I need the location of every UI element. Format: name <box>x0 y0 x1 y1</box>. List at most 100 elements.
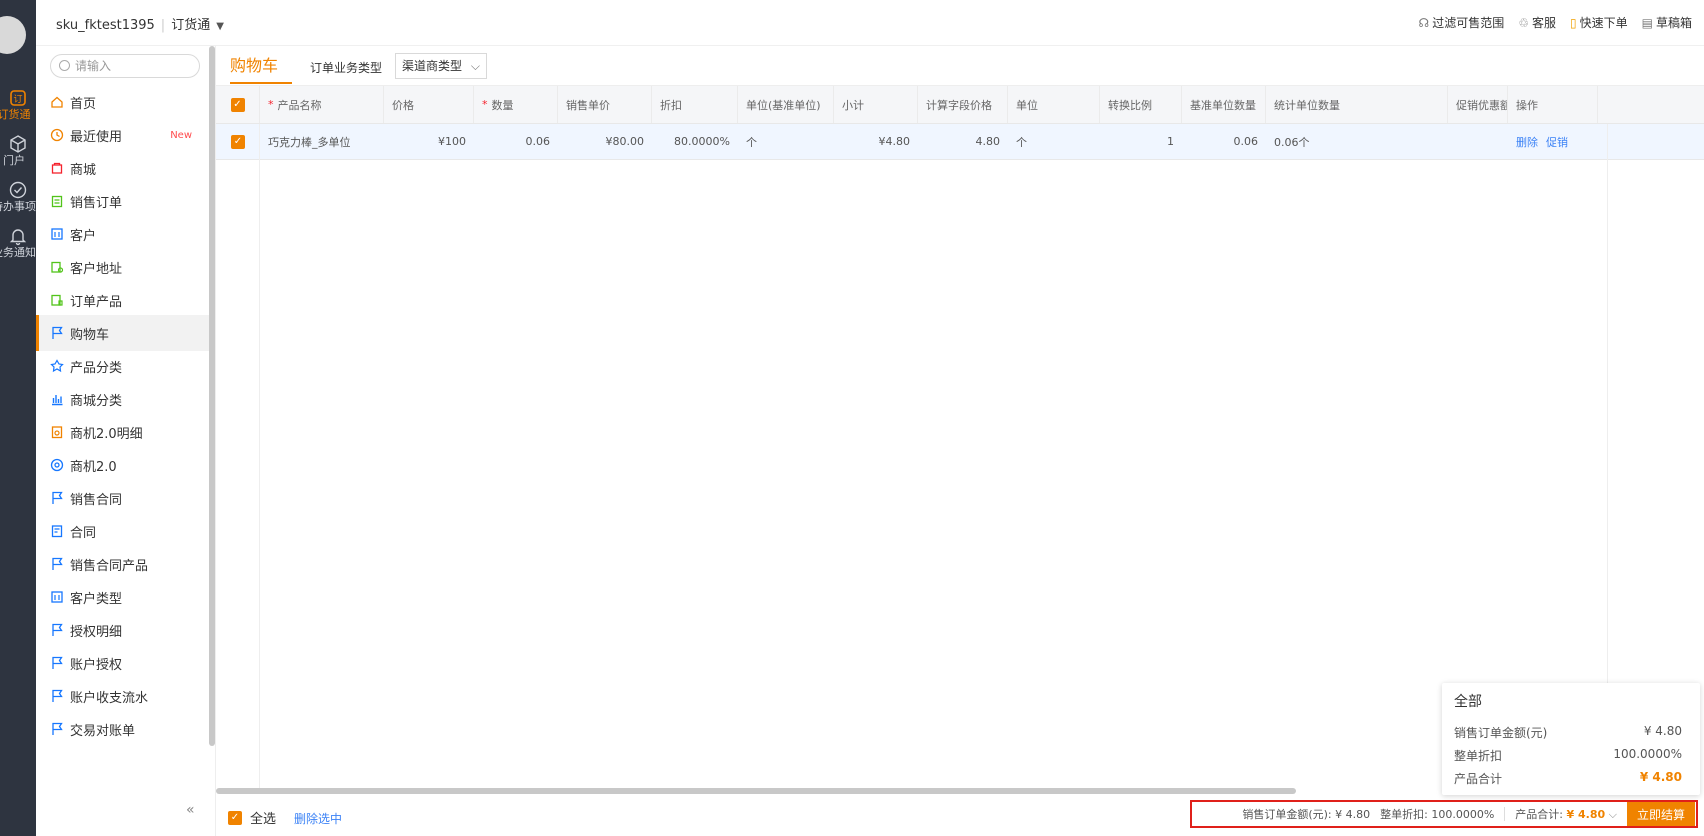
sidebar-item[interactable]: 最近使用 New <box>36 117 210 153</box>
draft-icon: ▤ <box>1641 15 1653 30</box>
cell-ratio: 1 <box>1167 135 1174 148</box>
flag-icon <box>52 326 63 339</box>
sidebar-item[interactable]: 购物车 <box>36 315 210 351</box>
sidebar-item[interactable]: 客户 <box>36 216 210 252</box>
clock-icon <box>50 128 64 142</box>
select-all-toggle[interactable]: ✓ 全选 <box>228 808 276 827</box>
building-icon <box>51 591 63 603</box>
avatar[interactable] <box>0 16 26 54</box>
column-header[interactable]: 促销优惠额 <box>1448 86 1508 123</box>
column-header-label: 统计单位数量 <box>1274 98 1340 112</box>
sidebar-item-label: 客户类型 <box>70 591 123 607</box>
column-header[interactable]: 价格 <box>384 86 474 123</box>
table-horizontal-scrollbar[interactable] <box>216 788 1296 794</box>
checkout-button[interactable]: 立即结算 <box>1626 802 1695 826</box>
total-summary[interactable]: 产品合计: ¥ 4.80 ⌵ <box>1515 806 1617 822</box>
quick-order-link[interactable]: ▯ 快速下单 <box>1570 14 1628 31</box>
select-all-checkbox[interactable]: ✓ <box>228 810 242 825</box>
sidebar-item[interactable]: 产品分类 <box>36 348 210 384</box>
column-header[interactable]: 计算字段价格 <box>918 86 1008 123</box>
sidebar-item-label: 商城 <box>70 162 97 178</box>
search-input[interactable]: 请输入 <box>50 54 200 78</box>
sidebar-item[interactable]: 账户授权 <box>36 645 210 681</box>
sidebar-item-label: 客户 <box>70 228 97 244</box>
select-all-label: 全选 <box>250 812 277 827</box>
collapse-sidebar-icon[interactable]: « <box>186 802 195 818</box>
sidebar-item-label: 合同 <box>70 525 97 541</box>
column-header[interactable]: 统计单位数量 <box>1266 86 1448 123</box>
sidebar-item[interactable]: 账户收支流水 <box>36 678 210 714</box>
sidebar-item[interactable]: 商城 <box>36 150 210 186</box>
column-header[interactable]: 单位(基准单位) <box>738 86 834 123</box>
flag-icon <box>52 491 63 504</box>
sidebar-item[interactable]: 合同 <box>36 513 210 549</box>
column-header-label: 单位(基准单位) <box>746 98 821 112</box>
rail-label: 门户 <box>3 154 25 167</box>
rail-item-notice[interactable]: 业务通知 <box>0 226 36 272</box>
column-header[interactable]: 操作 <box>1508 86 1598 123</box>
sidebar-item-label: 销售合同 <box>70 492 123 508</box>
rail-item-order[interactable]: 订 订货通 <box>0 88 36 134</box>
row-checkbox-cell: ✓ <box>216 124 260 159</box>
sidebar-item[interactable]: 销售合同产品 <box>36 546 210 582</box>
cell-product-name: 巧克力棒_多单位 <box>268 135 351 149</box>
cell-stat-qty: 0.06个 <box>1274 135 1310 149</box>
column-header[interactable]: * 数量 <box>474 86 558 123</box>
sidebar-item[interactable]: 商城分类 <box>36 381 210 417</box>
sidebar-item[interactable]: 销售订单 <box>36 183 210 219</box>
sidebar-scrollbar[interactable] <box>209 46 215 746</box>
column-header[interactable]: 销售单价 <box>558 86 652 123</box>
flag-icon <box>52 656 63 669</box>
draft-box-link[interactable]: ▤ 草稿箱 <box>1642 14 1692 31</box>
sidebar-item-label: 交易对账单 <box>70 723 136 739</box>
search-icon <box>59 60 70 71</box>
sidebar-item[interactable]: 商机2.0 <box>36 447 210 483</box>
sidebar-item[interactable]: 首页 <box>36 84 210 120</box>
select-all-header-checkbox[interactable]: ✓ <box>230 97 245 112</box>
tab-cart[interactable]: 购物车 <box>230 52 292 84</box>
discount-value: 100.0000% <box>1431 808 1495 821</box>
sidebar-item[interactable]: 销售合同 <box>36 480 210 516</box>
quick-order-icon: ▯ <box>1570 15 1577 30</box>
sidebar-item[interactable]: 授权明细 <box>36 612 210 648</box>
account-switcher[interactable]: sku_fktest1395 | 订货通 ▼ <box>56 14 224 33</box>
column-header[interactable]: 折扣 <box>652 86 738 123</box>
bell-icon <box>9 229 27 246</box>
rail-item-portal[interactable]: 门户 <box>0 134 36 180</box>
required-marker: * <box>268 98 274 111</box>
headset-icon: ☊ <box>1418 15 1430 30</box>
delete-selected-link[interactable]: 删除选中 <box>294 810 342 827</box>
column-header[interactable]: * 产品名称 <box>260 86 384 123</box>
sidebar-item[interactable]: 交易对账单 <box>36 711 210 747</box>
app-name: 订货通 <box>171 18 211 33</box>
sidebar-item[interactable]: 商机2.0明细 <box>36 414 210 450</box>
amount-summary: 销售订单金额(元): ¥ 4.80 <box>1242 808 1371 821</box>
sidebar-item[interactable]: 客户类型 <box>36 579 210 615</box>
cell-quantity[interactable]: 0.06 <box>474 124 558 159</box>
filter-range-link[interactable]: ☊ 过滤可售范围 <box>1419 14 1505 31</box>
top-bar: sku_fktest1395 | 订货通 ▼ ☊ 过滤可售范围 ♲ 客服 ▯ 快速下单 ▤ 草… <box>36 0 1704 46</box>
app-rail: 订 订货通 门户 待办事项 业务通知 <box>0 0 36 836</box>
column-header[interactable]: 转换比例 <box>1100 86 1182 123</box>
order-type-select[interactable]: 渠道商类型 ⌵ <box>395 53 487 79</box>
sidebar-item[interactable]: 订单产品 <box>36 282 210 318</box>
product-icon <box>51 294 63 306</box>
table-row[interactable]: ✓ 巧克力棒_多单位 ¥100 0.06 ¥80.00 80.0000% 个 ¥… <box>216 124 1704 160</box>
delete-row-link[interactable]: 删除 <box>1516 134 1538 150</box>
tabs-row: 购物车 订单业务类型 渠道商类型 ⌵ <box>216 46 1704 86</box>
rail-item-todo[interactable]: 待办事项 <box>0 180 36 226</box>
order-summary-bar: 销售订单金额(元): ¥ 4.80 整单折扣: 100.0000% 产品合计: … <box>1190 800 1698 828</box>
sidebar-item[interactable]: 客户地址 <box>36 249 210 285</box>
column-header[interactable]: 基准单位数量 <box>1182 86 1266 123</box>
sidebar-item-label: 授权明细 <box>70 624 123 640</box>
sidebar-item-label: 商机2.0明细 <box>70 426 143 442</box>
rail-label: 订货通 <box>0 108 31 121</box>
promotion-link[interactable]: 促销 <box>1546 134 1568 150</box>
support-link[interactable]: ♲ 客服 <box>1518 14 1556 31</box>
search-placeholder: 请输入 <box>75 59 112 73</box>
target-icon <box>50 458 64 472</box>
column-header[interactable]: 单位 <box>1008 86 1100 123</box>
row-checkbox[interactable]: ✓ <box>231 134 245 149</box>
cell-discount: 80.0000% <box>674 135 730 148</box>
column-header[interactable]: 小计 <box>834 86 918 123</box>
